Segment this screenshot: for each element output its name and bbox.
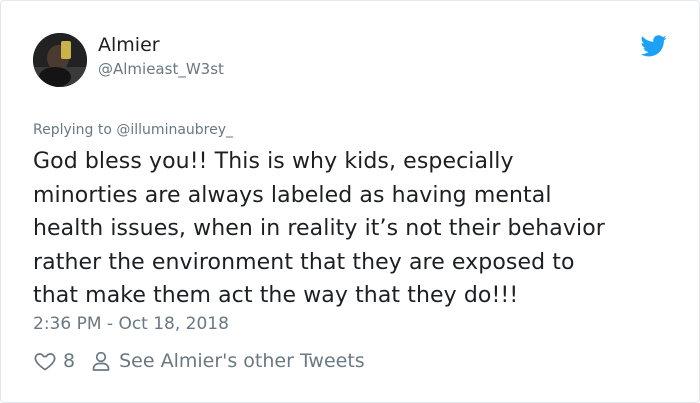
reply-mention-link[interactable]: @illuminaubrey_ — [116, 122, 233, 138]
tweet-timestamp[interactable]: 2:36 PM - Oct 18, 2018 — [33, 313, 229, 335]
twitter-bird-icon[interactable] — [641, 35, 667, 57]
tweet-line: that make them act the way that they do!… — [33, 283, 519, 309]
person-outline-icon[interactable] — [89, 349, 113, 373]
tweet-line: health issues, when in reality it’s not … — [33, 216, 605, 242]
replying-to-prefix: Replying to — [33, 122, 117, 138]
tweet-card: Almier @Almieast_W3st Replying to @illum… — [0, 0, 700, 403]
tweet-actions: 8 See Almier's other Tweets — [33, 347, 365, 375]
avatar-photo — [33, 33, 87, 87]
user-handle[interactable]: @Almieast_W3st — [98, 59, 224, 79]
other-tweets-link[interactable]: See Almier's other Tweets — [119, 350, 365, 372]
heart-outline-icon[interactable] — [33, 349, 57, 373]
display-name[interactable]: Almier — [98, 33, 160, 57]
tweet-line: God bless you!! This is why kids, especi… — [33, 149, 514, 174]
replying-to: Replying to @illuminaubrey_ — [33, 121, 233, 139]
avatar[interactable] — [33, 33, 87, 87]
tweet-line: rather the environment that they are exp… — [33, 249, 575, 275]
tweet-line: minorties are always labeled as having m… — [33, 182, 552, 208]
tweet-text: God bless you!! This is why kids, especi… — [33, 145, 673, 313]
like-count[interactable]: 8 — [63, 350, 75, 372]
